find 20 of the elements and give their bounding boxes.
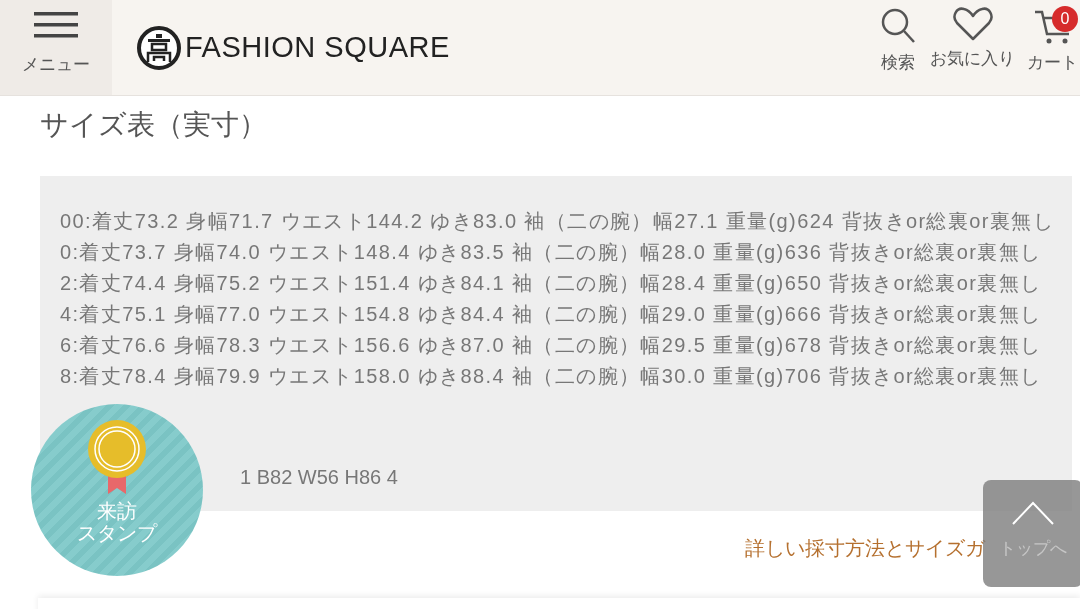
menu-icon	[34, 11, 78, 38]
chevron-up-icon	[1011, 500, 1055, 526]
menu-button[interactable]: メニュー	[0, 0, 112, 95]
search-link[interactable]: 検索	[878, 6, 918, 76]
size-row-text: 0:着丈73.7 身幅74.0 ウエスト148.4 ゆき83.5 袖（二の腕）幅28.0 重量(g)636 背抜きor総裏or裏無し	[60, 240, 1043, 265]
page-title: サイズ表（実寸）	[40, 108, 268, 142]
model-size-text: 1 B82 W56 H86 4	[240, 465, 399, 490]
stamp-label: 来訪 スタンプ	[76, 500, 159, 544]
heart-icon	[951, 6, 994, 42]
size-row-text: 4:着丈75.1 身幅77.0 ウエスト154.8 ゆき84.4 袖（二の腕）幅29.0 重量(g)666 背抜きor総裏or裏無し	[60, 302, 1043, 327]
logo-text[interactable]: FASHION SQUARE	[185, 25, 450, 70]
cart-count-badge: 0	[1052, 6, 1078, 32]
size-row-text: 00:着丈73.2 身幅71.7 ウエスト144.2 ゆき83.0 袖（二の腕）幅27.1 重量(g)624 背抜きor総裏or裏無し	[60, 209, 1056, 234]
size-row-text: 8:着丈78.4 身幅79.9 ウエスト158.0 ゆき88.4 袖（二の腕）幅30.0 重量(g)706 背抜きor総裏or裏無し	[60, 364, 1043, 389]
logo-icon	[137, 25, 181, 70]
favorite-link[interactable]: お気に入り	[930, 6, 1015, 72]
cart-link[interactable]: カート 0	[1027, 6, 1078, 76]
size-row-text: 6:着丈76.6 身幅78.3 ウエスト156.6 ゆき87.0 袖（二の腕）幅29.5 重量(g)678 背抜きor総裏or裏無し	[60, 333, 1043, 358]
size-guide-link[interactable]: 詳しい採寸方法とサイズガ	[745, 533, 985, 563]
size-row-text: 2:着丈74.4 身幅75.2 ウエスト151.4 ゆき84.1 袖（二の腕）幅28.4 重量(g)650 背抜きor総裏or裏無し	[60, 271, 1043, 296]
